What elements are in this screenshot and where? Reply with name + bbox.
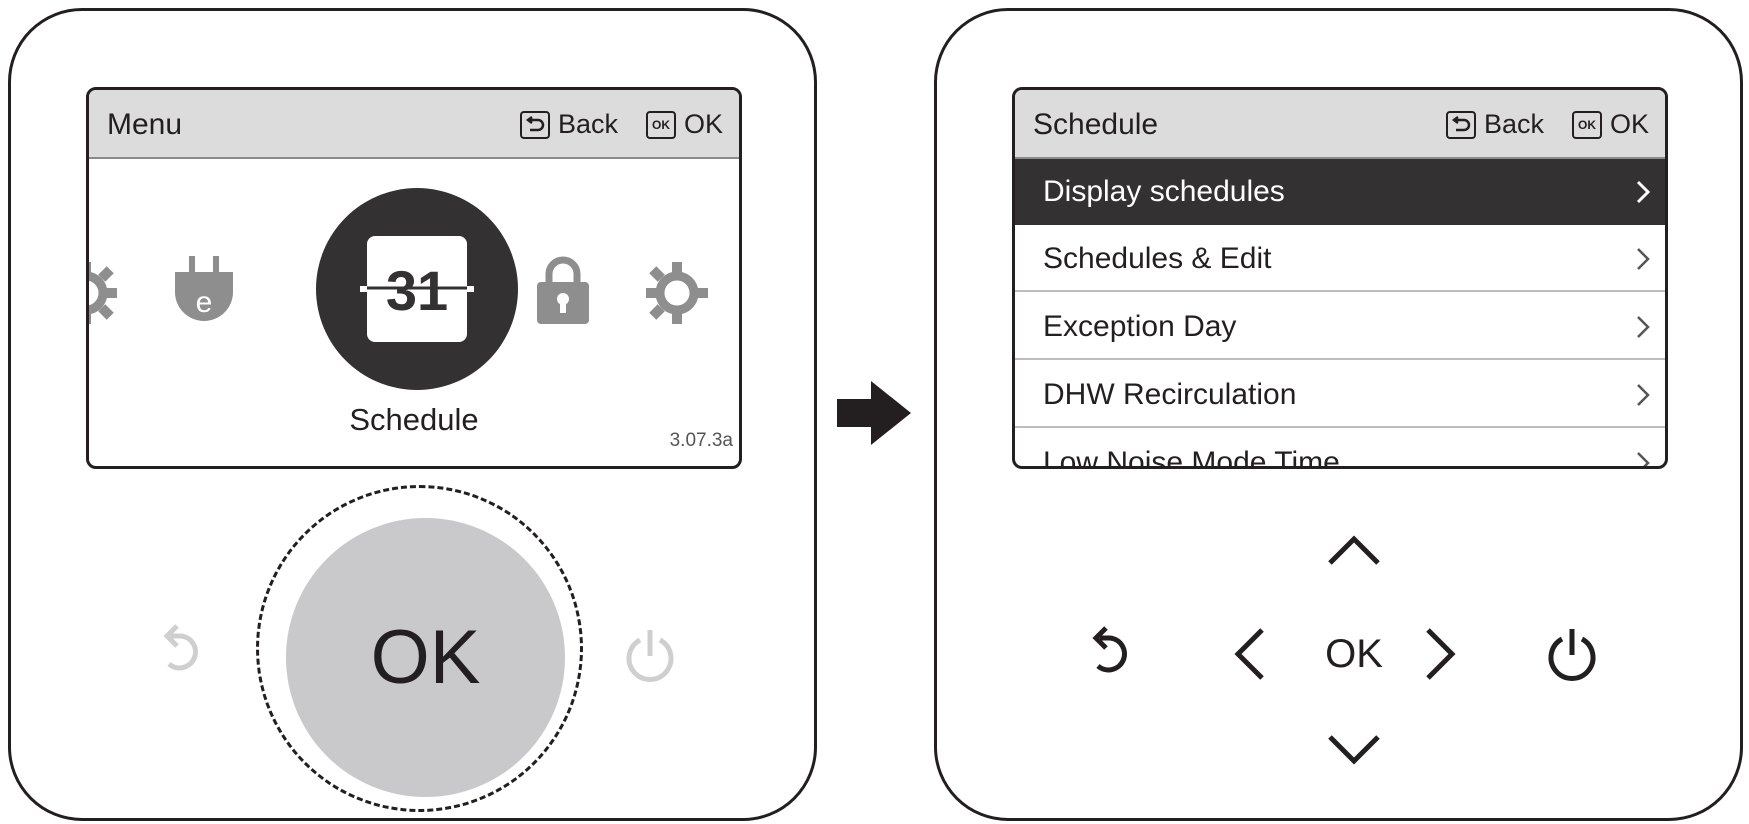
svg-text:e: e [196, 286, 213, 319]
menu-item-label: DHW Recirculation [1043, 378, 1297, 411]
power-icon[interactable] [1546, 627, 1598, 683]
right-icon[interactable] [1424, 626, 1460, 682]
menu-item-exception-day[interactable]: Exception Day [1015, 294, 1665, 360]
menu-item-display-schedules[interactable]: Display schedules [1015, 159, 1665, 225]
selected-item-label: Schedule [349, 402, 479, 437]
calendar-day: 31 [386, 259, 448, 322]
schedule-screen: Schedule Back OK OK Display schedules Sc… [1012, 87, 1668, 469]
back-hint: Back [1483, 109, 1544, 139]
menu-item-low-noise-mode-time[interactable]: Low Noise Mode Time [1015, 430, 1665, 469]
power-icon[interactable] [624, 628, 676, 684]
chevron-right-icon [1637, 248, 1650, 270]
controller-left: Menu Back OK OK e 31 Schedule 3.07.3a OK [8, 8, 817, 821]
ok-button[interactable]: OK [286, 518, 565, 797]
ok-key-icon: OK [1571, 110, 1602, 139]
back-key-icon [519, 110, 550, 139]
ok-hint: OK [1609, 109, 1649, 139]
down-icon[interactable] [1326, 733, 1382, 769]
controller-right: Schedule Back OK OK Display schedules Sc… [934, 8, 1743, 821]
menu-item-schedules-edit[interactable]: Schedules & Edit [1015, 226, 1665, 292]
header-nav: Back OK OK [519, 90, 723, 159]
lock-icon[interactable] [537, 254, 589, 324]
schedule-selected-icon[interactable]: 31 [316, 188, 518, 390]
chevron-right-icon [1637, 316, 1650, 338]
ok-key-icon: OK [645, 110, 676, 139]
chevron-right-icon [1637, 452, 1650, 466]
ok-button[interactable]: OK [1314, 629, 1394, 679]
calendar-icon: 31 [360, 236, 474, 342]
menu-screen: Menu Back OK OK e 31 Schedule 3.07.3a [86, 87, 742, 469]
ok-hint: OK [683, 109, 723, 139]
energy-plug-icon[interactable]: e [175, 256, 233, 324]
menu-item-label: Exception Day [1043, 310, 1237, 343]
menu-item-dhw-recirculation[interactable]: DHW Recirculation [1015, 362, 1665, 428]
screen-header: Menu Back OK OK [89, 90, 739, 159]
back-key-icon [1445, 110, 1476, 139]
version-label: 3.07.3a [669, 430, 733, 451]
back-arrow-icon[interactable] [1090, 624, 1134, 680]
chevron-right-icon [1636, 180, 1651, 204]
header-nav: Back OK OK [1445, 90, 1649, 159]
left-icon[interactable] [1230, 626, 1266, 682]
right-arrow-icon [837, 381, 911, 445]
screen-title: Menu [107, 108, 183, 141]
screen-header: Schedule Back OK OK [1015, 90, 1665, 159]
back-hint: Back [557, 109, 618, 139]
menu-item-label: Display schedules [1043, 175, 1285, 208]
gear-icon[interactable] [642, 258, 712, 328]
screen-title: Schedule [1033, 108, 1159, 141]
up-icon[interactable] [1326, 531, 1382, 567]
gear-icon[interactable] [86, 258, 121, 328]
back-arrow-icon[interactable] [161, 622, 205, 678]
chevron-right-icon [1637, 384, 1650, 406]
menu-item-label: Schedules & Edit [1043, 242, 1272, 275]
menu-item-label: Low Noise Mode Time [1043, 446, 1340, 469]
